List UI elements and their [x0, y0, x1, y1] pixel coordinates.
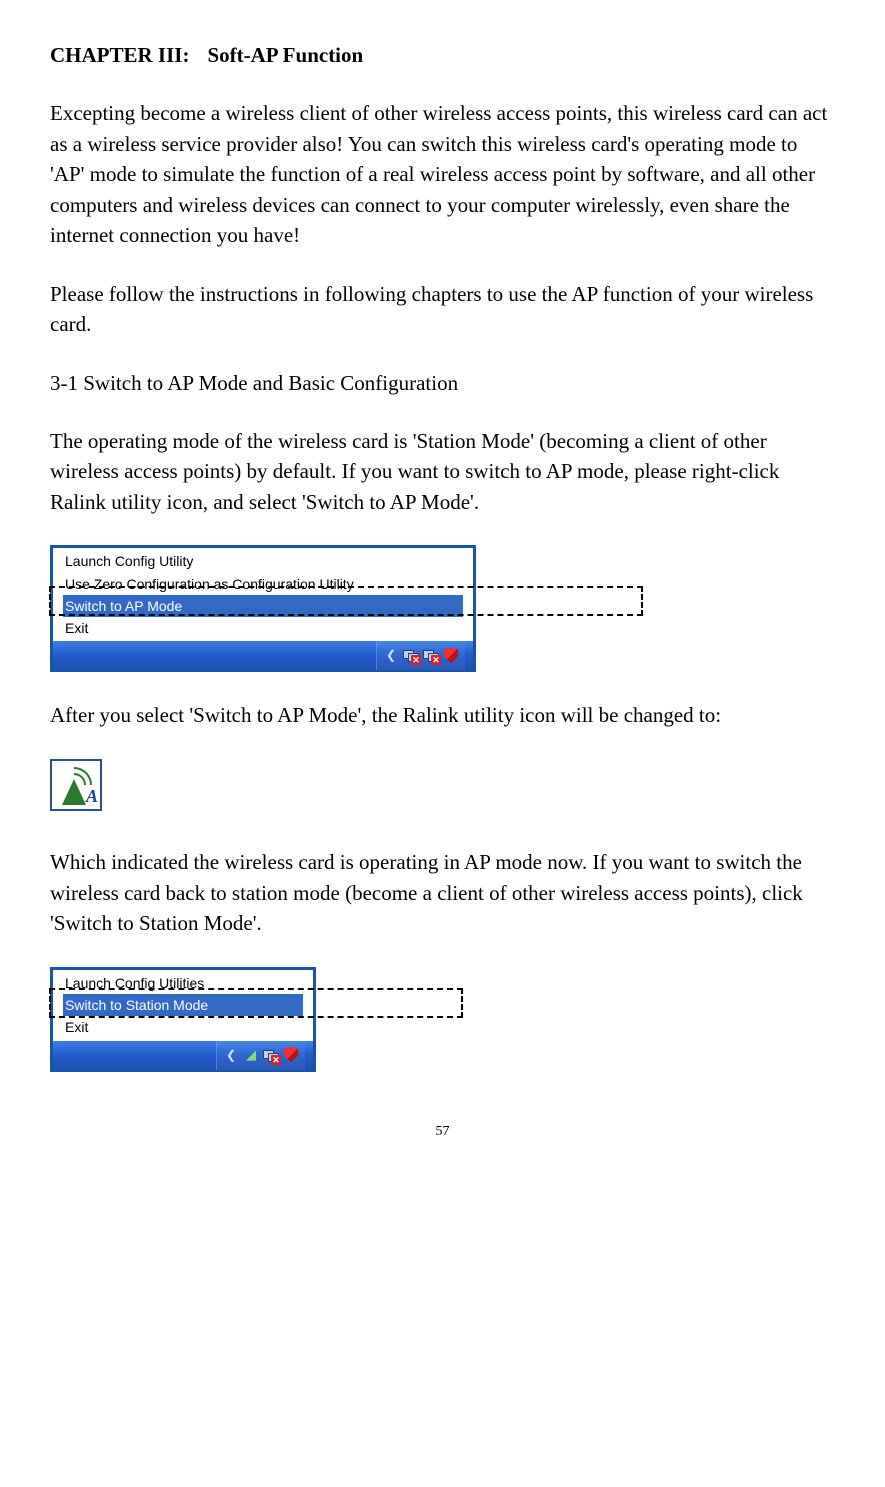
- context-menu-station: Launch Config Utilities Switch to Statio…: [50, 967, 316, 1072]
- ap-mode-tray-icon: A: [50, 759, 102, 811]
- system-tray: ❮ ✕ ✕: [376, 640, 465, 670]
- network-disconnected-icon-3[interactable]: ✕: [263, 1047, 279, 1063]
- menu-item-exit-2[interactable]: Exit: [63, 1016, 303, 1038]
- network-disconnected-icon-2[interactable]: ✕: [423, 647, 439, 663]
- security-shield-icon-2[interactable]: [283, 1047, 299, 1063]
- chapter-name: Soft-AP Function: [207, 43, 363, 67]
- system-tray-2: ❮ ◢ ✕: [216, 1040, 305, 1070]
- ap-tray-icon[interactable]: ◢: [243, 1047, 259, 1063]
- menu-item-switch-station[interactable]: Switch to Station Mode: [63, 994, 303, 1016]
- menu-item-exit[interactable]: Exit: [63, 617, 463, 639]
- tray-expand-icon-2[interactable]: ❮: [223, 1047, 239, 1063]
- security-shield-icon[interactable]: [443, 647, 459, 663]
- menu-item-zero-config[interactable]: Use Zero Configuration as Configuration …: [63, 573, 463, 595]
- ap-icon-letter: A: [86, 783, 98, 809]
- taskbar: ❮ ✕ ✕: [53, 641, 473, 669]
- intro-paragraph-1: Excepting become a wireless client of ot…: [50, 98, 835, 250]
- paragraph-3: The operating mode of the wireless card …: [50, 426, 835, 517]
- intro-paragraph-2: Please follow the instructions in follow…: [50, 279, 835, 340]
- menu-item-launch-config-2[interactable]: Launch Config Utilities: [63, 972, 303, 994]
- taskbar-2: ❮ ◢ ✕: [53, 1041, 313, 1069]
- section-heading: 3-1 Switch to AP Mode and Basic Configur…: [50, 368, 835, 398]
- menu-item-launch-config[interactable]: Launch Config Utility: [63, 550, 463, 572]
- page-number: 57: [50, 1122, 835, 1142]
- context-menu-ap: Launch Config Utility Use Zero Configura…: [50, 545, 476, 672]
- chapter-heading: CHAPTER III: Soft-AP Function: [50, 40, 835, 70]
- network-disconnected-icon[interactable]: ✕: [403, 647, 419, 663]
- paragraph-5: Which indicated the wireless card is ope…: [50, 847, 835, 938]
- paragraph-4: After you select 'Switch to AP Mode', th…: [50, 700, 835, 730]
- chapter-number: CHAPTER III:: [50, 43, 189, 67]
- menu-item-switch-ap[interactable]: Switch to AP Mode: [63, 595, 463, 617]
- tray-expand-icon[interactable]: ❮: [383, 647, 399, 663]
